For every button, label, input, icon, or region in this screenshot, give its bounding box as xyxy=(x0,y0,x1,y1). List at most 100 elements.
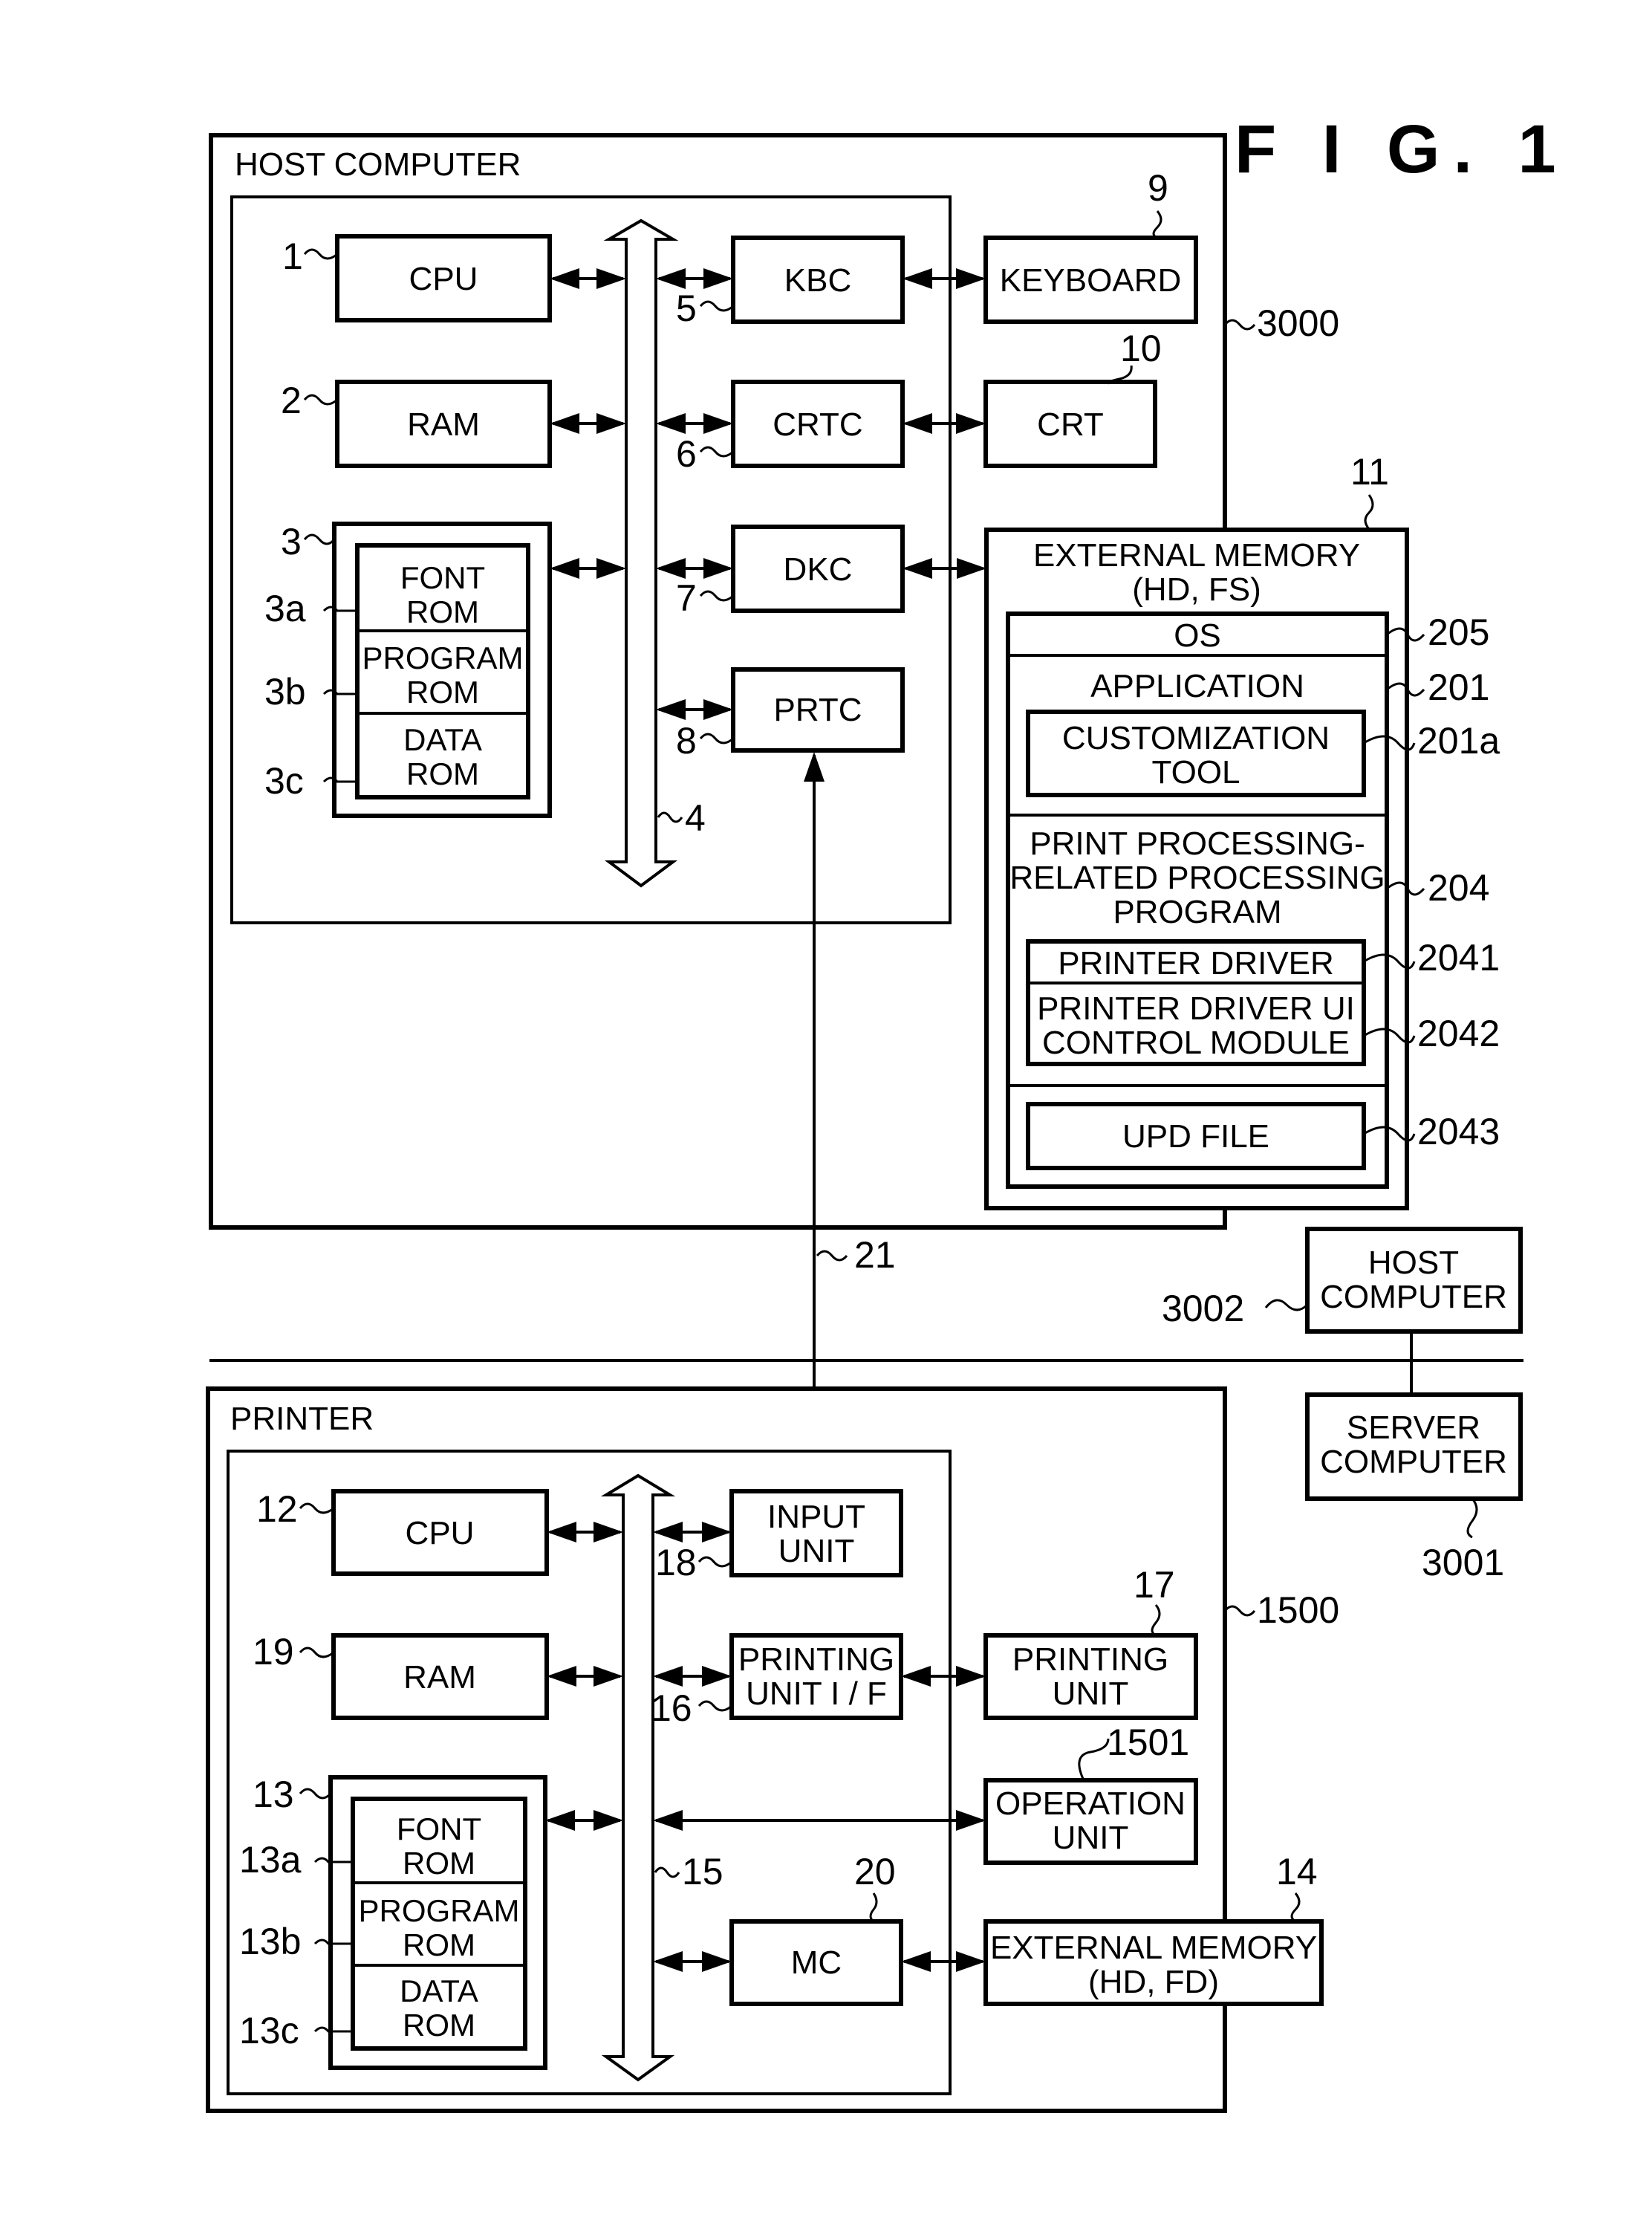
host-data-rom-label: DATA xyxy=(403,722,482,757)
ref-leader xyxy=(1466,1498,1478,1539)
ref-2: 2 xyxy=(281,380,302,421)
dkc-label: DKC xyxy=(784,551,853,588)
ref-13c: 13c xyxy=(239,2010,299,2051)
ref-11: 11 xyxy=(1350,451,1389,493)
ref-20: 20 xyxy=(854,1851,896,1892)
ref-leader xyxy=(1223,319,1256,331)
figure-canvas: F I G. 1 HOST COMPUTER 3000 4 CPU 1 RAM … xyxy=(206,111,1570,2113)
ref-3000: 3000 xyxy=(1257,302,1339,344)
ref-14: 14 xyxy=(1276,1851,1318,1892)
upd-file-label: UPD FILE xyxy=(1122,1118,1269,1155)
print-program-label: RELATED PROCESSING xyxy=(1009,860,1385,896)
printer-program-rom-label: ROM xyxy=(403,1927,475,1962)
host-program-rom-label: ROM xyxy=(406,675,479,710)
ref-5: 5 xyxy=(676,288,697,329)
ref-12: 12 xyxy=(256,1488,298,1530)
mc-label: MC xyxy=(791,1944,842,1981)
operation-unit-label: OPERATION xyxy=(995,1785,1186,1822)
prtc-label: PRTC xyxy=(774,692,862,728)
ref-leader xyxy=(1364,494,1374,530)
printer-driver-ui-label: PRINTER DRIVER UI xyxy=(1037,990,1355,1027)
figure-title: F I G. 1 xyxy=(1235,111,1570,187)
ref-leader xyxy=(1223,1605,1256,1617)
host-font-rom-label: FONT xyxy=(400,560,485,595)
ref-3: 3 xyxy=(281,521,302,562)
ref-7: 7 xyxy=(676,577,697,619)
printing-unit-label: UNIT xyxy=(1053,1675,1129,1712)
input-unit-label: INPUT xyxy=(767,1499,865,1535)
printer-program-rom-label: PROGRAM xyxy=(358,1893,519,1928)
ref-1501: 1501 xyxy=(1107,1722,1189,1763)
host-program-rom-label: PROGRAM xyxy=(362,640,523,675)
ref-10: 10 xyxy=(1120,328,1162,369)
printing-unit-label: PRINTING xyxy=(1012,1641,1168,1678)
host-computer-3002-label: HOST xyxy=(1368,1245,1459,1281)
ref-13: 13 xyxy=(253,1774,294,1815)
host-data-rom-label: ROM xyxy=(406,756,479,791)
host-font-rom-label: ROM xyxy=(406,594,479,629)
application-label: APPLICATION xyxy=(1090,668,1304,704)
printing-unit-if-label: PRINTING xyxy=(738,1641,894,1678)
external-memory-title: EXTERNAL MEMORY xyxy=(1033,537,1360,574)
printer-cpu-label: CPU xyxy=(406,1515,475,1551)
server-computer-label: SERVER xyxy=(1347,1409,1480,1446)
ref-13a: 13a xyxy=(239,1839,302,1881)
ref-201: 201 xyxy=(1428,666,1489,708)
external-memory-subtitle: (HD, FS) xyxy=(1132,571,1261,608)
ref-3002: 3002 xyxy=(1162,1288,1244,1329)
ref-15: 15 xyxy=(682,1851,723,1892)
printer-ram-label: RAM xyxy=(403,1659,476,1696)
ref-3001: 3001 xyxy=(1422,1542,1504,1583)
kbc-label: KBC xyxy=(784,262,851,299)
crtc-label: CRTC xyxy=(773,406,862,443)
ref-16: 16 xyxy=(651,1687,692,1729)
host-external-memory: 11 EXTERNAL MEMORY (HD, FS) OS 205 APPLI… xyxy=(984,451,1500,1210)
ref-18: 18 xyxy=(655,1542,697,1583)
printer-data-rom-label: ROM xyxy=(403,2008,475,2043)
host-cpu-label: CPU xyxy=(409,261,478,297)
ref-17: 17 xyxy=(1134,1564,1175,1606)
ref-8: 8 xyxy=(676,720,697,762)
ref-6: 6 xyxy=(676,433,697,475)
ref-leader xyxy=(1264,1299,1309,1311)
ref-2041: 2041 xyxy=(1417,937,1500,979)
ref-1500: 1500 xyxy=(1257,1589,1339,1631)
ref-19: 19 xyxy=(253,1631,294,1673)
host-computer-3002-label: COMPUTER xyxy=(1320,1279,1507,1315)
printer-font-rom-label: ROM xyxy=(403,1846,475,1881)
customization-tool-label: CUSTOMIZATION xyxy=(1062,720,1330,756)
printer-title: PRINTER xyxy=(230,1401,374,1437)
ref-2042: 2042 xyxy=(1417,1013,1500,1054)
ref-205: 205 xyxy=(1428,611,1489,653)
printer-external-memory-label: (HD, FD) xyxy=(1088,1964,1219,2000)
printing-unit-if-label: UNIT I / F xyxy=(746,1675,887,1712)
ref-9: 9 xyxy=(1148,167,1168,209)
printer-driver-ui-label: CONTROL MODULE xyxy=(1042,1025,1350,1061)
printer-driver-label: PRINTER DRIVER xyxy=(1058,945,1334,982)
ref-3c: 3c xyxy=(264,760,304,802)
input-unit-label: UNIT xyxy=(778,1533,855,1569)
print-program-label: PROGRAM xyxy=(1113,894,1281,930)
ref-201a: 201a xyxy=(1417,720,1500,762)
printer: PRINTER 1500 15 CPU 12 RAM 19 FONT ROM P… xyxy=(206,1386,1339,2113)
crt-label: CRT xyxy=(1037,406,1104,443)
printer-font-rom-label: FONT xyxy=(397,1811,481,1846)
ref-leader xyxy=(816,1250,848,1262)
host-ram-label: RAM xyxy=(407,406,480,443)
ref-2043: 2043 xyxy=(1417,1111,1500,1152)
print-program-label: PRINT PROCESSING- xyxy=(1030,825,1365,862)
ref-1: 1 xyxy=(282,236,303,277)
server-computer-label: COMPUTER xyxy=(1320,1444,1507,1480)
printer-data-rom-label: DATA xyxy=(400,1973,478,2008)
ref-4: 4 xyxy=(685,797,706,839)
ref-3b: 3b xyxy=(264,671,306,713)
ref-204: 204 xyxy=(1428,867,1489,909)
customization-tool-label: TOOL xyxy=(1151,754,1240,791)
ref-3a: 3a xyxy=(264,588,306,629)
keyboard-label: KEYBOARD xyxy=(1000,262,1182,299)
os-label: OS xyxy=(1174,617,1221,654)
ref-21: 21 xyxy=(854,1234,896,1276)
host-computer-title: HOST COMPUTER xyxy=(235,146,521,183)
printer-external-memory-label: EXTERNAL MEMORY xyxy=(990,1930,1317,1966)
ref-13b: 13b xyxy=(239,1921,301,1962)
